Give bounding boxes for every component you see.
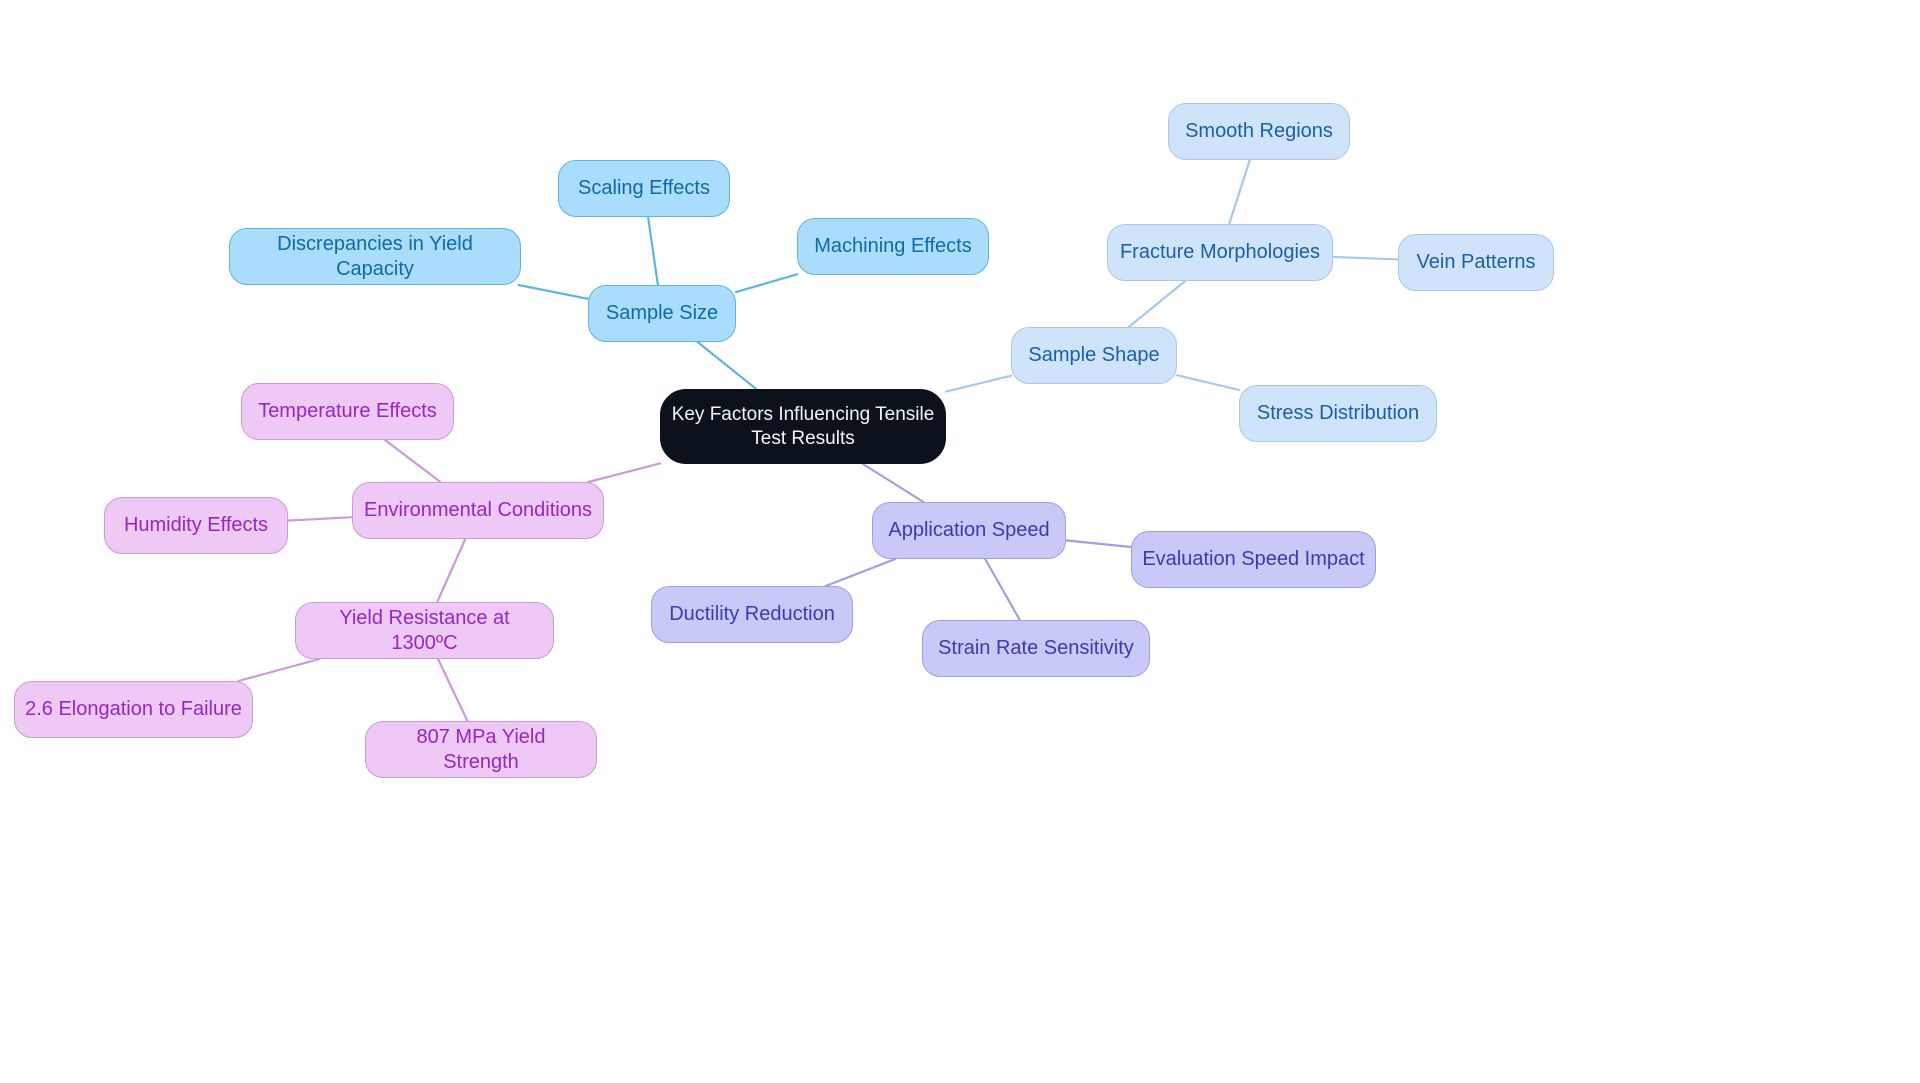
edge-environmental-conditions-to-humidity-effects (286, 516, 354, 522)
edge-application-speed-to-evaluation-speed-impact (1064, 539, 1133, 549)
edge-yield-resistance-1300-to-elongation-failure (237, 657, 321, 683)
node-evaluation-speed-impact[interactable]: Evaluation Speed Impact (1131, 531, 1376, 588)
node-label-humidity-effects: Humidity Effects (123, 514, 269, 537)
node-stress-distribution[interactable]: Stress Distribution (1239, 385, 1437, 442)
node-label-machining-effects: Machining Effects (814, 235, 972, 258)
edge-sample-size-to-scaling-effects (647, 215, 659, 287)
node-label-evaluation-speed-impact: Evaluation Speed Impact (1142, 548, 1365, 571)
node-label-sample-shape: Sample Shape (1028, 344, 1160, 367)
node-label-fracture-morphologies: Fracture Morphologies (1119, 241, 1321, 264)
node-fracture-morphologies[interactable]: Fracture Morphologies (1107, 224, 1333, 281)
node-sample-size[interactable]: Sample Size (588, 285, 736, 342)
node-label-stress-distribution: Stress Distribution (1256, 402, 1420, 425)
node-temperature-effects[interactable]: Temperature Effects (241, 383, 454, 440)
edge-root-to-sample-shape (944, 374, 1013, 393)
node-label-elongation-failure: 2.6 Elongation to Failure (25, 698, 242, 721)
mindmap-canvas: Key Factors Influencing Tensile Test Res… (0, 0, 1920, 1083)
node-yield-resistance-1300[interactable]: Yield Resistance at 1300ºC (295, 602, 554, 659)
edge-application-speed-to-strain-rate-sensitivity (984, 557, 1021, 622)
root-node[interactable]: Key Factors Influencing Tensile Test Res… (660, 389, 946, 464)
node-sample-shape[interactable]: Sample Shape (1011, 327, 1177, 384)
edge-environmental-conditions-to-temperature-effects (383, 438, 442, 484)
node-scaling-effects[interactable]: Scaling Effects (558, 160, 730, 217)
edge-root-to-sample-size (696, 340, 758, 391)
node-label-yield-strength-807: 807 MPa Yield Strength (416, 726, 546, 773)
node-label-yield-resistance-1300: Yield Resistance at 1300ºC (339, 607, 510, 654)
node-environmental-conditions[interactable]: Environmental Conditions (352, 482, 604, 539)
edge-fracture-morphologies-to-vein-patterns (1331, 255, 1400, 261)
node-smooth-regions[interactable]: Smooth Regions (1168, 103, 1350, 160)
edge-sample-size-to-machining-effects (734, 273, 799, 294)
node-label-ductility-reduction: Ductility Reduction (669, 603, 835, 626)
node-discrepancies-yield[interactable]: Discrepancies in Yield Capacity (229, 228, 521, 285)
edge-sample-shape-to-stress-distribution (1175, 374, 1241, 392)
node-ductility-reduction[interactable]: Ductility Reduction (651, 586, 853, 643)
node-label-application-speed: Application Speed (888, 519, 1050, 542)
node-machining-effects[interactable]: Machining Effects (797, 218, 989, 275)
node-vein-patterns[interactable]: Vein Patterns (1398, 234, 1554, 291)
edge-fracture-morphologies-to-smooth-regions (1228, 158, 1251, 226)
edge-environmental-conditions-to-yield-resistance-1300 (436, 537, 467, 604)
edge-yield-resistance-1300-to-yield-strength-807 (436, 657, 469, 723)
edge-root-to-environmental-conditions (587, 462, 662, 484)
node-yield-strength-807[interactable]: 807 MPa Yield Strength (365, 721, 597, 778)
edge-sample-size-to-discrepancies-yield (517, 283, 590, 300)
edge-application-speed-to-ductility-reduction (824, 557, 897, 588)
node-label-temperature-effects: Temperature Effects (258, 400, 437, 423)
node-elongation-failure[interactable]: 2.6 Elongation to Failure (14, 681, 253, 738)
node-label-vein-patterns: Vein Patterns (1416, 251, 1536, 274)
edge-sample-shape-to-fracture-morphologies (1127, 279, 1187, 329)
node-label-sample-size: Sample Size (605, 302, 719, 325)
node-application-speed[interactable]: Application Speed (872, 502, 1066, 559)
node-label-discrepancies-yield: Discrepancies in Yield Capacity (277, 233, 473, 280)
node-label-scaling-effects: Scaling Effects (578, 177, 710, 200)
node-humidity-effects[interactable]: Humidity Effects (104, 497, 288, 554)
node-strain-rate-sensitivity[interactable]: Strain Rate Sensitivity (922, 620, 1150, 677)
node-label-smooth-regions: Smooth Regions (1185, 120, 1333, 143)
edge-root-to-application-speed (861, 462, 925, 504)
root-node-label: Key Factors Influencing Tensile Test Res… (671, 404, 935, 449)
node-label-strain-rate-sensitivity: Strain Rate Sensitivity (938, 637, 1134, 660)
node-label-environmental-conditions: Environmental Conditions (364, 499, 592, 522)
